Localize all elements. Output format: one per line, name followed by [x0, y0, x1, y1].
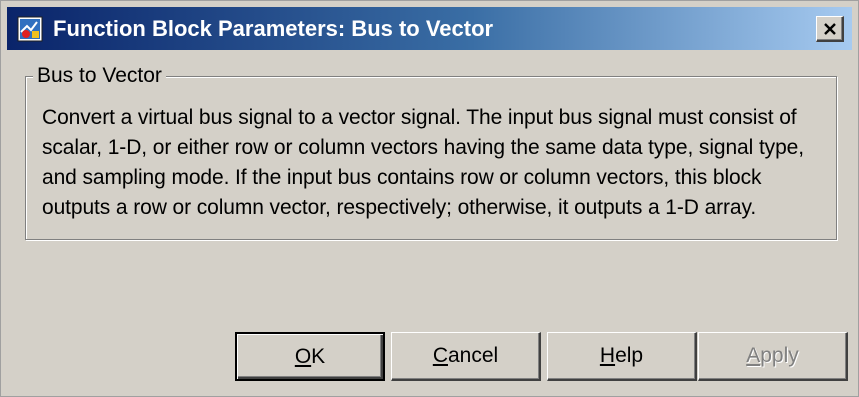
cancel-button[interactable]: Cancel: [391, 332, 541, 381]
description-line: and sampling mode. If the input bus cont…: [42, 166, 762, 189]
help-button[interactable]: Help: [547, 332, 697, 381]
dialog-window: Function Block Parameters: Bus to Vector…: [0, 0, 859, 397]
help-label: elp: [615, 344, 644, 367]
block-description: Convert a virtual bus signal to a vector…: [42, 103, 832, 223]
title-bar[interactable]: Function Block Parameters: Bus to Vector: [7, 7, 852, 50]
apply-button[interactable]: Apply: [698, 332, 848, 381]
close-icon: [823, 22, 836, 35]
apply-accel: A: [746, 344, 761, 367]
group-label: Bus to Vector: [33, 63, 166, 89]
help-accel: H: [599, 344, 616, 367]
apply-label: pply: [760, 344, 799, 367]
window-title: Function Block Parameters: Bus to Vector: [53, 16, 494, 41]
cancel-label: ancel: [447, 344, 499, 367]
description-line: outputs a row or column vector, respecti…: [42, 196, 757, 219]
ok-button[interactable]: OK: [235, 332, 385, 381]
ok-accel: O: [294, 345, 312, 368]
ok-label: K: [311, 345, 326, 368]
cancel-accel: C: [432, 344, 448, 367]
description-line: scalar, 1-D, or either row or column vec…: [42, 136, 804, 159]
close-button[interactable]: [816, 16, 844, 42]
description-line: Convert a virtual bus signal to a vector…: [42, 106, 797, 129]
simulink-block-icon: [17, 16, 43, 42]
